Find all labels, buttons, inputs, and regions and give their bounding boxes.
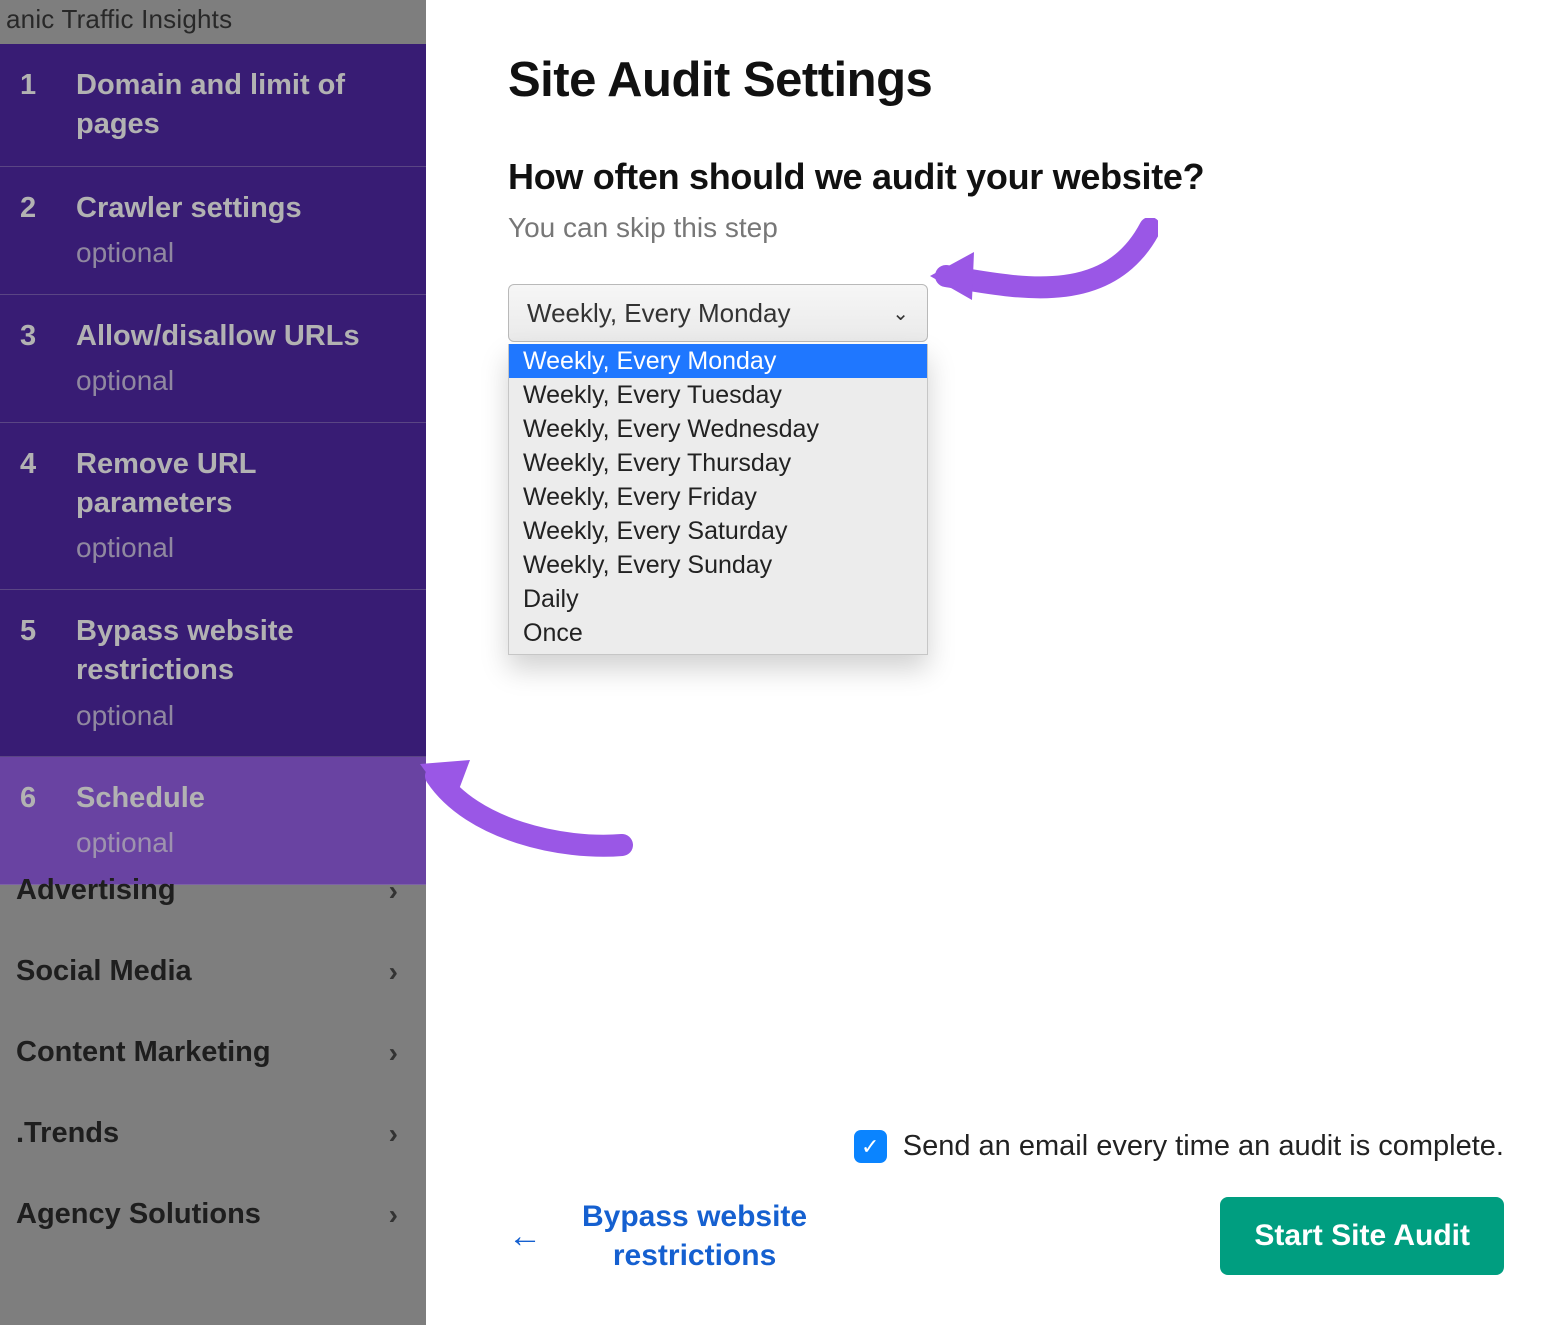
step-number: 5 <box>20 612 76 651</box>
step-optional-badge: optional <box>76 529 406 567</box>
step-label: Crawler settings optional <box>76 189 406 272</box>
nav-item-label: Social Media <box>16 955 192 988</box>
wizard-sidebar: anic Traffic Insights 1 Domain and limit… <box>0 0 426 1325</box>
dropdown-option[interactable]: Weekly, Every Sunday <box>509 548 927 582</box>
nav-item-label: .Trends <box>16 1117 119 1150</box>
dropdown-options-list: Weekly, Every Monday Weekly, Every Tuesd… <box>508 344 928 655</box>
step-number: 4 <box>20 445 76 484</box>
step-optional-badge: optional <box>76 234 406 272</box>
wizard-steps-list: 1 Domain and limit of pages 2 Crawler se… <box>0 44 426 885</box>
wizard-step-4[interactable]: 4 Remove URL parameters optional <box>0 423 426 590</box>
nav-item-label: Content Marketing <box>16 1036 271 1069</box>
email-notification-label: Send an email every time an audit is com… <box>903 1130 1504 1163</box>
chevron-right-icon: › <box>389 875 398 907</box>
back-label-line2: restrictions <box>613 1239 776 1272</box>
nav-item-advertising[interactable]: Advertising › <box>0 850 426 931</box>
footer-actions: ✓ Send an email every time an audit is c… <box>508 1130 1504 1275</box>
section-subtitle: How often should we audit your website? <box>508 156 1504 198</box>
step-number: 1 <box>20 66 76 105</box>
schedule-dropdown[interactable]: Weekly, Every Monday ⌄ Weekly, Every Mon… <box>508 284 928 342</box>
wizard-step-5[interactable]: 5 Bypass website restrictions optional <box>0 590 426 757</box>
section-hint: You can skip this step <box>508 212 1504 244</box>
wizard-step-2[interactable]: 2 Crawler settings optional <box>0 167 426 295</box>
nav-item-label: Advertising <box>16 874 176 907</box>
step-label-text: Remove URL parameters <box>76 448 256 519</box>
chevron-down-icon: ⌄ <box>892 301 909 326</box>
back-button[interactable]: ← Bypass website restrictions <box>508 1197 807 1275</box>
email-notification-checkbox[interactable]: ✓ <box>854 1130 887 1163</box>
dropdown-option[interactable]: Once <box>509 616 927 650</box>
nav-item-content-marketing[interactable]: Content Marketing › <box>0 1012 426 1093</box>
sidebar-truncated-header: anic Traffic Insights <box>0 4 232 35</box>
step-optional-badge: optional <box>76 697 406 735</box>
nav-item-trends[interactable]: .Trends › <box>0 1093 426 1174</box>
check-icon: ✓ <box>861 1134 879 1160</box>
step-label-text: Schedule <box>76 782 205 814</box>
dropdown-option[interactable]: Weekly, Every Wednesday <box>509 412 927 446</box>
dropdown-option[interactable]: Weekly, Every Monday <box>509 344 927 378</box>
dropdown-toggle[interactable]: Weekly, Every Monday ⌄ <box>508 284 928 342</box>
step-label-text: Crawler settings <box>76 192 302 224</box>
chevron-right-icon: › <box>389 956 398 988</box>
page-title: Site Audit Settings <box>508 52 1504 108</box>
step-optional-badge: optional <box>76 362 406 400</box>
chevron-right-icon: › <box>389 1118 398 1150</box>
step-label-text: Allow/disallow URLs <box>76 320 360 352</box>
dropdown-option[interactable]: Weekly, Every Saturday <box>509 514 927 548</box>
start-site-audit-button[interactable]: Start Site Audit <box>1220 1197 1504 1275</box>
dropdown-selected-value: Weekly, Every Monday <box>527 298 790 329</box>
step-label: Remove URL parameters optional <box>76 445 406 567</box>
settings-main-panel: Site Audit Settings How often should we … <box>426 0 1564 1325</box>
step-number: 3 <box>20 317 76 356</box>
back-button-label: Bypass website restrictions <box>582 1197 807 1275</box>
nav-item-agency-solutions[interactable]: Agency Solutions › <box>0 1174 426 1255</box>
sidebar-bottom-nav: Advertising › Social Media › Content Mar… <box>0 850 426 1255</box>
dropdown-option[interactable]: Weekly, Every Friday <box>509 480 927 514</box>
step-label: Allow/disallow URLs optional <box>76 317 406 400</box>
step-number: 6 <box>20 779 76 818</box>
step-number: 2 <box>20 189 76 228</box>
chevron-right-icon: › <box>389 1037 398 1069</box>
dropdown-option[interactable]: Weekly, Every Thursday <box>509 446 927 480</box>
dropdown-option[interactable]: Daily <box>509 582 927 616</box>
chevron-right-icon: › <box>389 1199 398 1231</box>
arrow-left-icon: ← <box>508 1217 542 1256</box>
step-label: Domain and limit of pages <box>76 66 406 144</box>
nav-item-label: Agency Solutions <box>16 1198 261 1231</box>
step-label-text: Bypass website restrictions <box>76 615 294 686</box>
step-label: Bypass website restrictions optional <box>76 612 406 734</box>
nav-button-row: ← Bypass website restrictions Start Site… <box>508 1197 1504 1275</box>
email-notification-row: ✓ Send an email every time an audit is c… <box>508 1130 1504 1163</box>
wizard-step-3[interactable]: 3 Allow/disallow URLs optional <box>0 295 426 423</box>
dropdown-option[interactable]: Weekly, Every Tuesday <box>509 378 927 412</box>
wizard-step-1[interactable]: 1 Domain and limit of pages <box>0 44 426 167</box>
back-label-line1: Bypass website <box>582 1200 807 1233</box>
nav-item-social-media[interactable]: Social Media › <box>0 931 426 1012</box>
